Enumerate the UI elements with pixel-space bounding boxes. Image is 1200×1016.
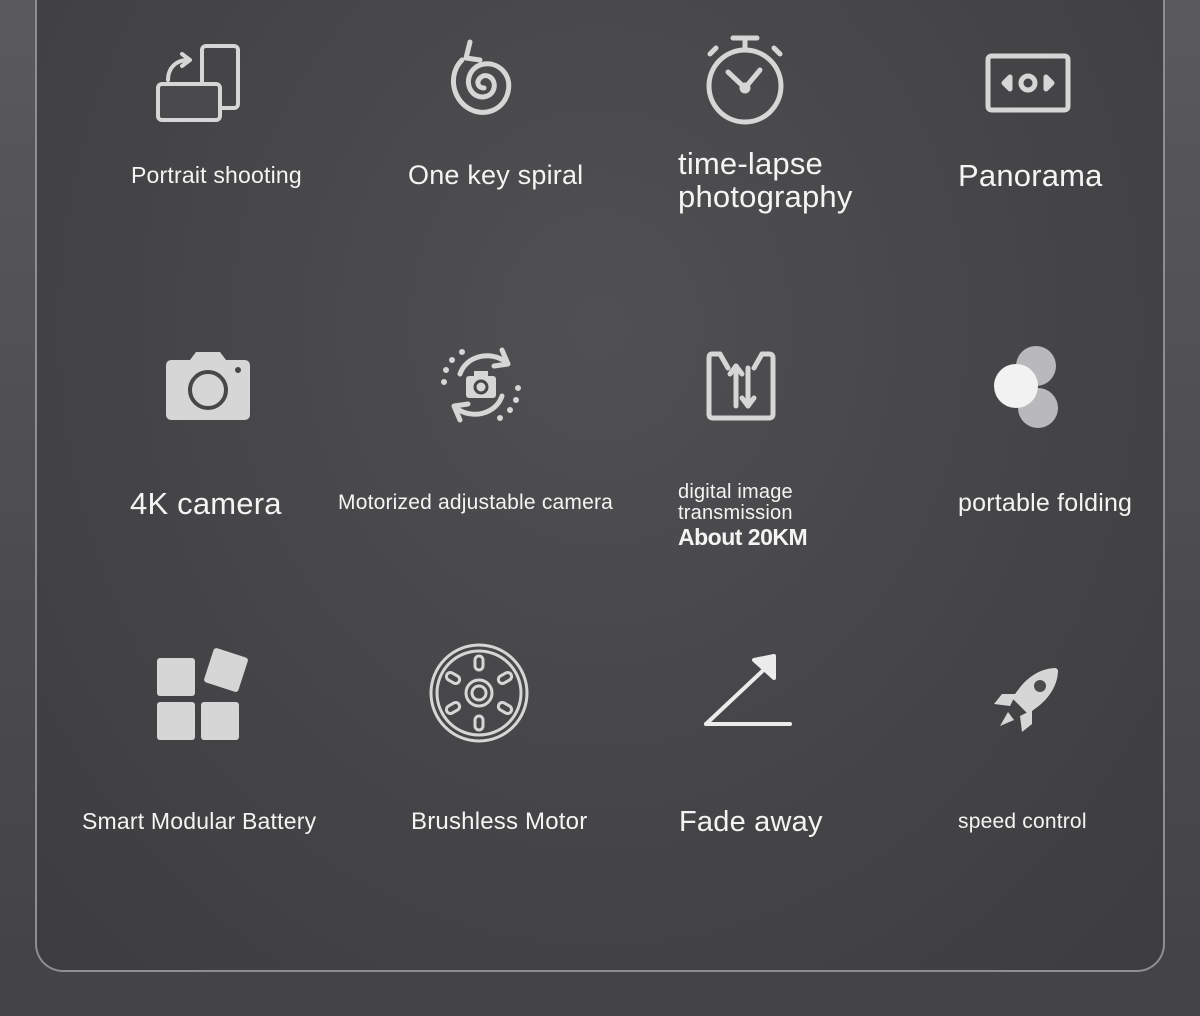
feature-label-one-key-spiral: One key spiral bbox=[408, 160, 584, 190]
stopwatch-icon bbox=[702, 32, 788, 128]
signal-transmission-icon bbox=[706, 350, 776, 422]
camera-icon bbox=[164, 350, 252, 422]
feature-label-portrait-shooting: Portrait shooting bbox=[131, 162, 302, 188]
feature-label-portable-folding: portable folding bbox=[958, 489, 1133, 517]
modular-blocks-icon bbox=[154, 648, 252, 742]
feature-label-brushless-motor: Brushless Motor bbox=[411, 808, 588, 835]
feature-label-speed-control: speed control bbox=[958, 810, 1087, 833]
rotate-screen-icon bbox=[152, 40, 244, 128]
feature-label-fade-away: Fade away bbox=[679, 806, 823, 838]
feature-label-digital-image-transmission: digital image transmission bbox=[678, 481, 793, 524]
feature-label-4k-camera: 4K camera bbox=[130, 486, 282, 521]
feature-label-smart-modular-battery: Smart Modular Battery bbox=[82, 808, 317, 834]
brushless-motor-icon bbox=[428, 642, 530, 744]
spiral-icon bbox=[440, 36, 528, 130]
feature-label-time-lapse-photography: time-lapse photography bbox=[678, 146, 853, 214]
panorama-icon bbox=[984, 52, 1072, 114]
rotate-camera-icon bbox=[436, 340, 526, 430]
folding-circles-icon bbox=[992, 342, 1062, 430]
feature-label-motorized-adjustable-camera: Motorized adjustable camera bbox=[338, 491, 614, 514]
feature-label-panorama: Panorama bbox=[958, 158, 1103, 193]
transmission-distance: About 20KM bbox=[678, 524, 808, 550]
rocket-icon bbox=[990, 664, 1064, 736]
fade-away-arrow-icon bbox=[702, 652, 794, 730]
